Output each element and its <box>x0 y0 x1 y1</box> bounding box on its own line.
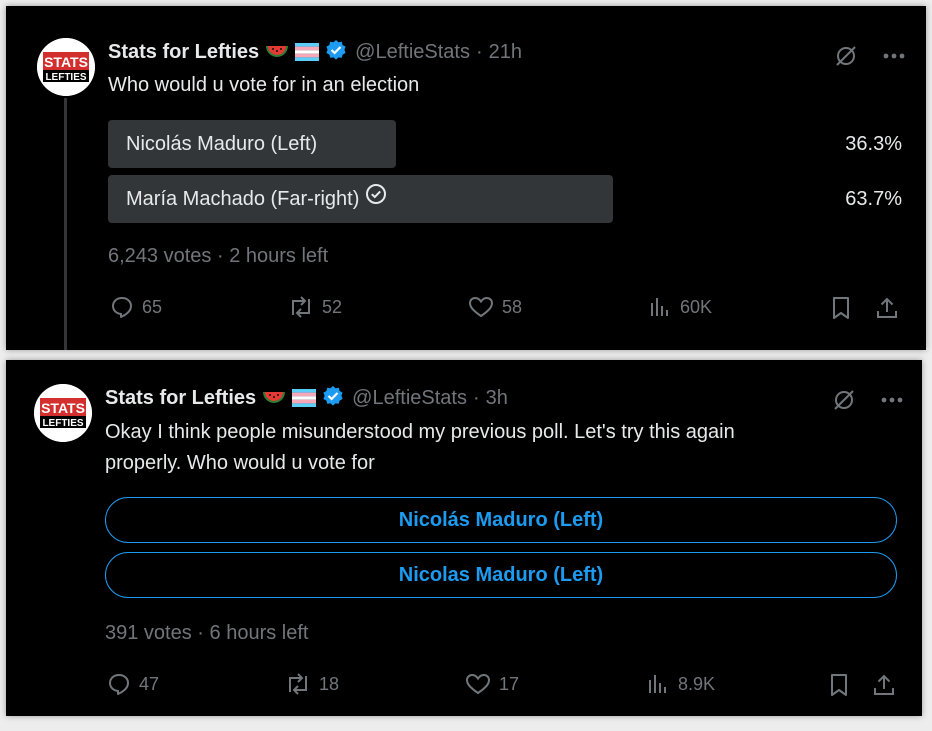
poll-option-label: Nicolás Maduro (Left) <box>126 133 318 155</box>
poll-option-2: María Machado (Far-right) 63.7% <box>108 175 902 223</box>
svg-text:LEFTIES: LEFTIES <box>42 418 83 429</box>
watermelon-emoji <box>262 390 286 406</box>
repost-button[interactable]: 52 <box>288 295 342 319</box>
repost-icon <box>285 672 319 696</box>
tweet-text-line: properly. Who would u vote for <box>105 452 375 474</box>
poll-option-1: Nicolás Maduro (Left) 36.3% <box>108 120 902 168</box>
poll-meta: 6,243 votes · 2 hours left <box>108 245 329 267</box>
repost-icon <box>288 295 322 319</box>
svg-text:LEFTIES: LEFTIES <box>45 72 86 83</box>
more-icon[interactable] <box>883 53 905 59</box>
grok-slash-icon[interactable] <box>833 43 859 69</box>
author-name[interactable]: Stats for Lefties <box>105 387 256 410</box>
poll-option-percent: 36.3% <box>845 133 902 155</box>
more-icon[interactable] <box>881 397 903 403</box>
watermelon-emoji <box>265 44 289 60</box>
separator-dot: · <box>475 40 483 63</box>
tweet-text-line: Okay I think people misunderstood my pre… <box>105 421 735 443</box>
like-icon <box>468 295 502 319</box>
poll-meta: 391 votes · 6 hours left <box>105 622 309 644</box>
tweet-time[interactable]: 21h <box>489 41 522 64</box>
transgender-flag-emoji <box>292 389 317 407</box>
reply-icon <box>107 672 139 696</box>
tweet-header: Stats for Lefties @LeftieStats · 21h <box>108 39 522 65</box>
like-icon <box>465 672 499 696</box>
transgender-flag-emoji <box>295 43 320 61</box>
repost-count: 18 <box>319 673 340 694</box>
tweet-top-actions <box>831 387 903 413</box>
avatar[interactable]: STATS LEFTIES <box>34 384 92 442</box>
reply-count: 65 <box>142 296 163 317</box>
svg-text:STATS: STATS <box>41 400 85 416</box>
tweet-text: Who would u vote for in an election <box>108 74 420 96</box>
share-icon[interactable] <box>875 296 899 320</box>
author-name[interactable]: Stats for Lefties <box>108 41 259 64</box>
poll-votes: 391 votes <box>105 622 192 644</box>
like-button[interactable]: 58 <box>468 295 522 319</box>
repost-count: 52 <box>322 296 343 317</box>
poll-option-percent: 63.7% <box>845 188 902 210</box>
reply-icon <box>110 295 142 319</box>
verified-badge-icon <box>325 39 347 66</box>
poll-vote-button-2[interactable]: Nicolas Maduro (Left) <box>105 552 897 598</box>
thread-line <box>64 98 67 350</box>
views-icon <box>646 672 678 696</box>
views-button[interactable]: 8.9K <box>646 672 715 696</box>
views-icon <box>648 295 680 319</box>
avatar[interactable]: STATS LEFTIES <box>37 38 95 96</box>
views-button[interactable]: 60K <box>648 295 712 319</box>
author-handle[interactable]: @LeftieStats <box>355 41 470 64</box>
author-handle[interactable]: @LeftieStats <box>352 387 467 410</box>
share-icon[interactable] <box>872 673 896 697</box>
tweet-header: Stats for Lefties @LeftieStats · 3h <box>105 385 508 411</box>
views-count: 60K <box>680 296 713 317</box>
check-circle-icon <box>365 175 387 223</box>
poll-vote-button-1[interactable]: Nicolás Maduro (Left) <box>105 497 897 543</box>
tweet-card-2[interactable]: STATS LEFTIES Stats for Lefties @LeftieS… <box>6 360 922 716</box>
poll-time-left: 6 hours left <box>209 622 309 644</box>
svg-text:STATS: STATS <box>44 54 88 70</box>
tweet-time[interactable]: 3h <box>486 387 508 410</box>
reply-button[interactable]: 47 <box>107 672 159 696</box>
views-count: 8.9K <box>678 673 716 694</box>
reply-button[interactable]: 65 <box>110 295 162 319</box>
verified-badge-icon <box>322 385 344 412</box>
tweet-top-actions <box>833 43 905 69</box>
tweet-card-1[interactable]: STATS LEFTIES Stats for Lefties @LeftieS… <box>6 6 926 350</box>
like-count: 17 <box>499 673 520 694</box>
poll-time-left: 2 hours left <box>229 245 329 267</box>
grok-slash-icon[interactable] <box>831 387 857 413</box>
repost-button[interactable]: 18 <box>285 672 339 696</box>
tweet-text: Okay I think people misunderstood my pre… <box>105 417 905 479</box>
bookmark-icon[interactable] <box>828 673 850 697</box>
like-button[interactable]: 17 <box>465 672 519 696</box>
like-count: 58 <box>502 296 523 317</box>
poll-votes: 6,243 votes <box>108 245 212 267</box>
poll-option-label: María Machado (Far-right) <box>126 175 387 223</box>
reply-count: 47 <box>139 673 160 694</box>
bookmark-icon[interactable] <box>830 296 852 320</box>
separator-dot: · <box>472 386 480 409</box>
